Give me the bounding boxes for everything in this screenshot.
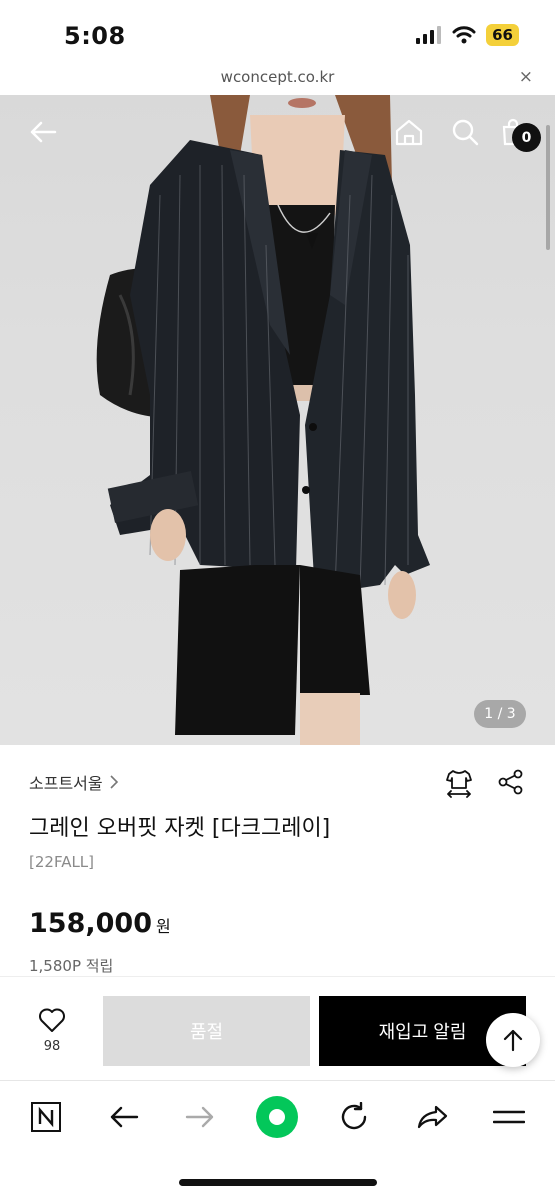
reward-points: 1,580P 적립 <box>29 957 114 975</box>
product-image-carousel[interactable] <box>0 95 555 745</box>
chevron-right-icon <box>110 775 118 789</box>
price: 158,000 <box>29 908 152 939</box>
like-count: 98 <box>43 1039 61 1054</box>
search-icon[interactable] <box>448 115 482 149</box>
status-time: 5:08 <box>64 22 126 50</box>
status-bar: 5:08 66 <box>0 0 555 66</box>
browser-back-icon[interactable] <box>102 1095 146 1139</box>
signal-icon <box>416 26 442 44</box>
product-photo <box>96 95 430 745</box>
green-dot-icon[interactable] <box>255 1095 299 1139</box>
product-info-icons <box>445 768 525 802</box>
product-page: 5:08 66 wconcept.co.kr × 0 1 / 3 소프트서울 그… <box>0 0 555 1200</box>
image-counter: 1 / 3 <box>474 700 526 728</box>
heart-icon <box>39 1008 65 1032</box>
product-title: 그레인 오버핏 자켓 [다크그레이] <box>29 816 331 841</box>
scroll-to-top-button[interactable] <box>486 1013 540 1067</box>
url-bar: wconcept.co.kr × <box>0 66 555 94</box>
arrow-up-icon <box>503 1029 523 1052</box>
browser-forward-icon[interactable] <box>178 1095 222 1139</box>
soldout-button[interactable]: 품절 <box>103 996 310 1066</box>
menu-icon[interactable] <box>487 1095 531 1139</box>
battery-indicator: 66 <box>486 24 519 46</box>
size-guide-icon[interactable] <box>445 768 473 802</box>
currency: 원 <box>155 917 171 936</box>
season-tag: [22FALL] <box>29 853 95 871</box>
refresh-icon[interactable] <box>332 1095 376 1139</box>
scrollbar[interactable] <box>546 125 550 250</box>
purchase-action-bar: 98 품절 재입고 알림 <box>0 976 555 1080</box>
back-arrow-icon[interactable] <box>26 115 60 149</box>
hero-navigation <box>0 95 555 165</box>
brand-name: 소프트서울 <box>29 774 103 793</box>
naver-home-icon[interactable] <box>24 1095 68 1139</box>
home-indicator[interactable] <box>179 1179 377 1186</box>
url-text[interactable]: wconcept.co.kr <box>0 68 555 86</box>
wifi-icon <box>452 26 476 44</box>
cart-count-badge[interactable]: 0 <box>512 123 541 152</box>
price-row: 158,000 원 <box>29 908 171 939</box>
share-icon[interactable] <box>497 768 525 802</box>
home-icon[interactable] <box>392 115 426 149</box>
close-icon[interactable]: × <box>519 67 533 87</box>
brand-link[interactable]: 소프트서울 <box>29 770 119 794</box>
share-arrow-icon[interactable] <box>410 1095 454 1139</box>
status-icons: 66 <box>416 24 519 46</box>
like-button[interactable]: 98 <box>30 1007 74 1054</box>
